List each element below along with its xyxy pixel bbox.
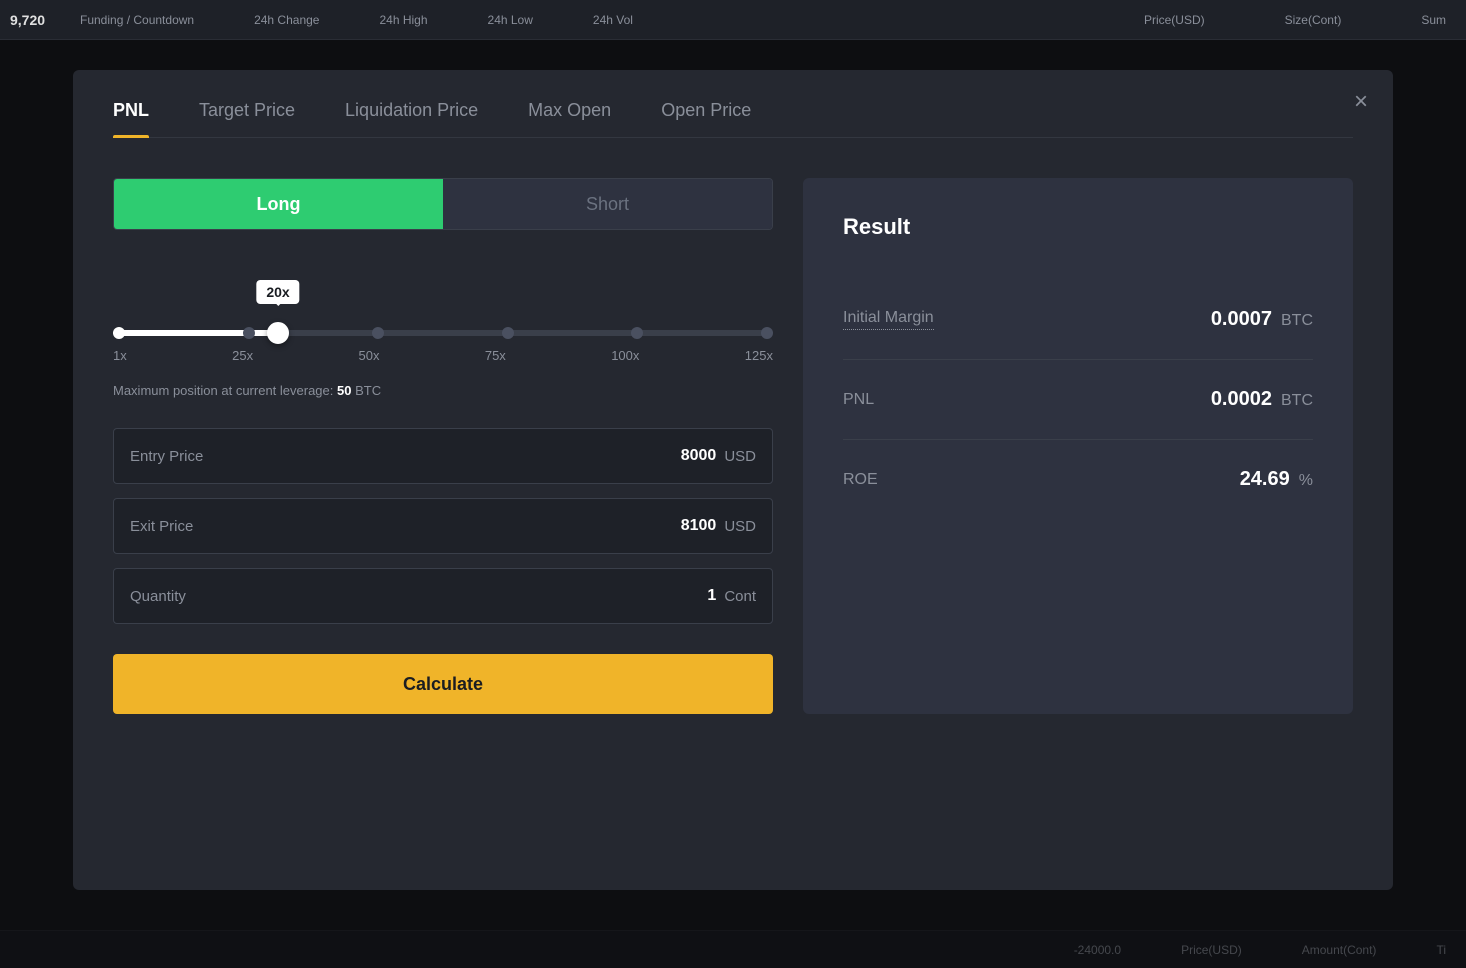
calculator-modal: × PNL Target Price Liquidation Price Max… — [73, 70, 1393, 890]
initial-margin-number: 0.0007 — [1211, 308, 1272, 330]
topbar-24h-low: 24h Low — [488, 13, 533, 27]
quantity-label: Quantity — [130, 588, 707, 605]
result-row-initial-margin: Initial Margin 0.0007 BTC — [843, 280, 1313, 360]
pnl-label: PNL — [843, 391, 874, 409]
exit-price-unit: USD — [724, 518, 756, 535]
result-row-roe: ROE 24.69 % — [843, 440, 1313, 519]
result-title: Result — [843, 214, 1313, 240]
tick-4 — [502, 327, 514, 339]
initial-margin-value: 0.0007 BTC — [1211, 308, 1313, 331]
tab-bar: PNL Target Price Liquidation Price Max O… — [113, 100, 1353, 138]
pnl-number: 0.0002 — [1211, 388, 1272, 410]
slider-track[interactable] — [113, 330, 773, 336]
slider-thumb[interactable] — [267, 322, 289, 344]
leverage-badge: 20x — [256, 280, 299, 304]
slider-labels: 1x 25x 50x 75x 100x 125x — [113, 348, 773, 363]
exit-price-field[interactable]: Exit Price 8100 USD — [113, 498, 773, 554]
topbar-24h-vol: 24h Vol — [593, 13, 633, 27]
max-position-unit: BTC — [355, 383, 381, 398]
modal-overlay: × PNL Target Price Liquidation Price Max… — [0, 40, 1466, 968]
tick-label-2: 25x — [232, 348, 253, 363]
tab-max-open[interactable]: Max Open — [528, 100, 611, 137]
tab-open-price[interactable]: Open Price — [661, 100, 751, 137]
tick-label-3: 50x — [358, 348, 379, 363]
exit-price-value: 8100 — [681, 517, 717, 535]
tab-liquidation-price[interactable]: Liquidation Price — [345, 100, 478, 137]
tick-3 — [372, 327, 384, 339]
current-price: 9,720 — [10, 12, 45, 28]
short-button[interactable]: Short — [443, 179, 772, 229]
entry-price-value: 8000 — [681, 447, 717, 465]
initial-margin-unit: BTC — [1281, 312, 1313, 329]
topbar-24h-high: 24h High — [379, 13, 427, 27]
long-short-toggle: Long Short — [113, 178, 773, 230]
tick-5 — [631, 327, 643, 339]
tick-6 — [761, 327, 773, 339]
tab-pnl[interactable]: PNL — [113, 100, 149, 137]
leverage-area: 20x 1x — [113, 280, 773, 363]
right-header: Price(USD) Size(Cont) Sum — [1144, 0, 1466, 40]
tick-label-6: 125x — [745, 348, 773, 363]
topbar-funding: Funding / Countdown — [80, 13, 194, 27]
calculate-button[interactable]: Calculate — [113, 654, 773, 714]
modal-body: Long Short 20x — [113, 178, 1353, 714]
quantity-field[interactable]: Quantity 1 Cont — [113, 568, 773, 624]
roe-number: 24.69 — [1240, 468, 1290, 490]
max-position-label: Maximum position at current leverage: — [113, 383, 333, 398]
initial-margin-label: Initial Margin — [843, 309, 934, 330]
entry-price-field[interactable]: Entry Price 8000 USD — [113, 428, 773, 484]
tab-target-price[interactable]: Target Price — [199, 100, 295, 137]
quantity-value: 1 — [707, 587, 716, 605]
max-position-value: 50 — [337, 383, 351, 398]
close-button[interactable]: × — [1354, 90, 1368, 114]
topbar-24h-change: 24h Change — [254, 13, 319, 27]
col-size-cont: Size(Cont) — [1285, 13, 1342, 27]
pnl-value: 0.0002 BTC — [1211, 388, 1313, 411]
col-price-usd: Price(USD) — [1144, 13, 1205, 27]
exit-price-label: Exit Price — [130, 518, 681, 535]
tick-label-5: 100x — [611, 348, 639, 363]
max-position-text: Maximum position at current leverage: 50… — [113, 383, 773, 398]
entry-price-unit: USD — [724, 448, 756, 465]
roe-value: 24.69 % — [1240, 468, 1313, 491]
long-button[interactable]: Long — [114, 179, 443, 229]
entry-price-label: Entry Price — [130, 448, 681, 465]
roe-unit: % — [1299, 472, 1313, 489]
tick-label-1: 1x — [113, 348, 127, 363]
left-panel: Long Short 20x — [113, 178, 773, 714]
roe-label: ROE — [843, 471, 878, 489]
col-sum: Sum — [1421, 13, 1446, 27]
quantity-unit: Cont — [724, 588, 756, 605]
result-panel: Result Initial Margin 0.0007 BTC PNL 0.0… — [803, 178, 1353, 714]
result-row-pnl: PNL 0.0002 BTC — [843, 360, 1313, 440]
pnl-unit: BTC — [1281, 392, 1313, 409]
tick-label-4: 75x — [485, 348, 506, 363]
slider-fill — [113, 330, 278, 336]
